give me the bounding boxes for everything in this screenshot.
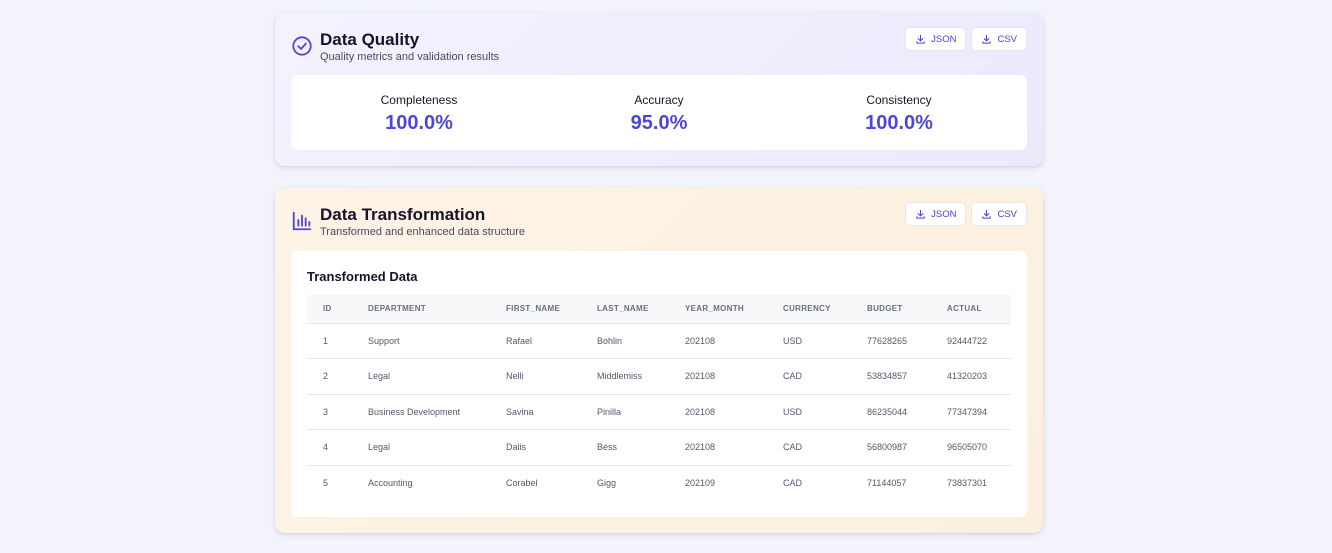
cell-actual: 77347394	[931, 394, 1011, 430]
metric-accuracy: Accuracy 95.0%	[559, 93, 759, 135]
cell-year-month: 202108	[669, 358, 767, 395]
cell-last-name: Pinilla	[581, 394, 669, 430]
cell-currency: CAD	[783, 478, 803, 488]
cell-budget: 71144057	[867, 478, 907, 488]
column-header-budget[interactable]: BUDGET	[851, 295, 931, 324]
transformed-data-table: ID DEPARTMENT FIRST_NAME LAST_NAME YEAR_…	[307, 295, 1011, 501]
cell-actual: 73837301	[947, 478, 988, 488]
table-row: 5 Accounting Corabel Gigg 202109 CAD 711…	[307, 465, 1011, 501]
cell-id: 1	[307, 323, 352, 359]
cell-department: Legal	[352, 358, 490, 395]
column-header-first-name[interactable]: FIRST_NAME	[490, 295, 581, 324]
cell-currency: CAD	[767, 358, 851, 395]
metric-label: Consistency	[866, 93, 932, 107]
data-transformation-export-buttons: JSON CSV	[905, 202, 1027, 226]
cell-first-name: Rafael	[490, 323, 581, 359]
download-icon	[916, 209, 925, 219]
cell-last-name: Gigg	[597, 478, 617, 488]
column-header-department[interactable]: DEPARTMENT	[352, 295, 490, 324]
cell-first-name: Savina	[490, 394, 581, 430]
data-quality-header: Data Quality Quality metrics and validat…	[291, 27, 1027, 69]
column-header-year-month[interactable]: YEAR_MONTH	[669, 295, 767, 324]
cell-year-month: 202108	[669, 429, 767, 466]
cell-last-name: Middlemiss	[581, 358, 669, 395]
cell-department: Accounting	[368, 478, 413, 488]
cell-currency: USD	[767, 394, 851, 430]
cell-budget: 53834857	[851, 358, 931, 395]
check-circle-icon	[291, 35, 313, 57]
download-icon	[982, 209, 992, 219]
metric-label: Accuracy	[634, 93, 684, 107]
cell-last-name: Bess	[581, 429, 669, 466]
quality-export-csv-label: CSV	[997, 33, 1017, 45]
cell-actual: 96505070	[931, 429, 1011, 466]
cell-year-month: 202108	[669, 323, 767, 359]
metric-label: Completeness	[380, 93, 458, 107]
transformed-data-panel: Transformed Data ID DEPARTMENT FIRST_NAM…	[291, 251, 1027, 517]
table-row: 2 Legal Nelli Middlemiss 202108 CAD 5383…	[307, 358, 1011, 395]
column-header-actual[interactable]: ACTUAL	[931, 295, 1011, 324]
cell-id: 4	[307, 429, 352, 466]
bar-chart-icon	[291, 210, 313, 232]
quality-metrics-panel: Completeness 100.0% Accuracy 95.0% Consi…	[291, 75, 1027, 150]
table-row: 1 Support Rafael Bohlin 202108 USD 77628…	[307, 323, 1011, 359]
cell-first-name: Dalis	[490, 429, 581, 466]
cell-first-name: Nelli	[490, 358, 581, 395]
cell-last-name: Bohlin	[581, 323, 669, 359]
transform-export-csv-label: CSV	[997, 208, 1017, 220]
cell-first-name: Corabel	[506, 478, 538, 488]
cell-department: Legal	[352, 429, 490, 466]
transform-export-csv-button[interactable]: CSV	[971, 202, 1027, 226]
cell-year-month: 202109	[685, 478, 716, 488]
data-transformation-title: Data Transformation	[320, 205, 486, 224]
table-row: 4 Legal Dalis Bess 202108 CAD 56800987 9…	[307, 429, 1011, 466]
cell-id: 3	[307, 394, 352, 430]
metric-completeness: Completeness 100.0%	[319, 93, 519, 135]
column-header-id[interactable]: ID	[307, 295, 352, 324]
quality-export-csv-button[interactable]: CSV	[971, 27, 1027, 51]
data-transformation-header: Data Transformation Transformed and enha…	[291, 202, 1027, 244]
table-row: 3 Business Development Savina Pinilla 20…	[307, 394, 1011, 430]
transform-export-json-label: JSON	[931, 208, 957, 220]
download-icon	[982, 34, 992, 44]
transform-export-json-button[interactable]: JSON	[905, 202, 967, 226]
data-quality-subtitle: Quality metrics and validation results	[320, 51, 500, 63]
column-header-currency[interactable]: CURRENCY	[767, 295, 851, 324]
data-transformation-subtitle: Transformed and enhanced data structure	[320, 226, 526, 238]
transformed-data-title: Transformed Data	[307, 269, 418, 284]
data-quality-export-buttons: JSON CSV	[905, 27, 1027, 51]
cell-actual: 41320203	[931, 358, 1011, 395]
cell-budget: 86235044	[851, 394, 931, 430]
cell-year-month: 202108	[669, 394, 767, 430]
table-header-row: ID DEPARTMENT FIRST_NAME LAST_NAME YEAR_…	[307, 295, 1011, 324]
metric-consistency: Consistency 100.0%	[799, 93, 999, 135]
download-icon	[916, 34, 925, 44]
cell-id: 5	[323, 478, 329, 488]
metric-value: 95.0%	[630, 112, 688, 134]
cell-department: Support	[352, 323, 490, 359]
cell-actual: 92444722	[931, 323, 1011, 359]
quality-export-json-button[interactable]: JSON	[905, 27, 967, 51]
data-quality-card: Data Quality Quality metrics and validat…	[275, 13, 1043, 166]
cell-budget: 77628265	[851, 323, 931, 359]
metric-value: 100.0%	[385, 112, 453, 134]
cell-budget: 56800987	[851, 429, 931, 466]
cell-department: Business Development	[352, 394, 490, 430]
data-transformation-card: Data Transformation Transformed and enha…	[275, 188, 1043, 533]
cell-currency: CAD	[767, 429, 851, 466]
cell-currency: USD	[767, 323, 851, 359]
data-quality-title: Data Quality	[320, 30, 420, 49]
column-header-last-name[interactable]: LAST_NAME	[581, 295, 669, 324]
cell-id: 2	[307, 358, 352, 395]
quality-export-json-label: JSON	[931, 33, 957, 45]
metric-value: 100.0%	[865, 112, 933, 134]
